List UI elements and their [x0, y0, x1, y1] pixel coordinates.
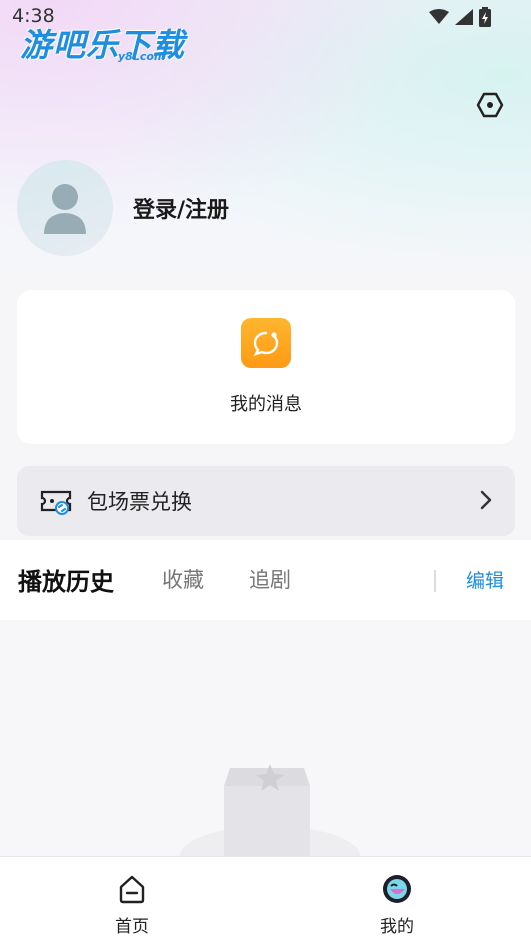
message-icon: [241, 318, 291, 368]
profile-icon: [383, 875, 411, 903]
default-avatar-icon: [44, 184, 86, 234]
settings-icon: [476, 92, 504, 118]
my-messages-button[interactable]: 我的消息: [216, 318, 316, 416]
bottom-navigation: 首页 我的: [0, 856, 531, 946]
ticket-exchange-label: 包场票兑换: [87, 490, 192, 514]
tab-following[interactable]: 追剧: [249, 564, 291, 594]
history-tabs: 播放历史 收藏 追剧 编辑: [0, 540, 531, 620]
ticket-exchange-icon: [40, 490, 72, 515]
login-entry[interactable]: 登录/注册: [17, 160, 229, 256]
wifi-icon: [429, 9, 449, 24]
my-messages-label: 我的消息: [230, 394, 302, 415]
nav-home-label: 首页: [115, 917, 149, 937]
home-icon: [119, 875, 145, 904]
nav-mine-label: 我的: [380, 917, 414, 937]
empty-box-illustration: [180, 764, 360, 856]
chevron-right-icon: [480, 490, 492, 510]
messages-card: 我的消息: [17, 290, 515, 444]
tab-divider: [434, 570, 436, 592]
watermark-sub: y8Lcom: [118, 50, 166, 63]
nav-home[interactable]: 首页: [92, 873, 172, 937]
battery-icon: [479, 7, 491, 27]
login-register-label[interactable]: 登录/注册: [133, 192, 229, 224]
status-icons: [429, 7, 491, 27]
ticket-exchange-card[interactable]: 包场票兑换: [17, 466, 515, 536]
tab-play-history[interactable]: 播放历史: [18, 562, 114, 597]
signal-icon: [455, 9, 473, 25]
settings-button[interactable]: [476, 91, 504, 119]
nav-mine[interactable]: 我的: [357, 873, 437, 937]
empty-state-area: [0, 620, 531, 856]
tab-favorites[interactable]: 收藏: [162, 564, 204, 594]
avatar[interactable]: [17, 160, 113, 256]
edit-button[interactable]: 编辑: [466, 566, 504, 593]
